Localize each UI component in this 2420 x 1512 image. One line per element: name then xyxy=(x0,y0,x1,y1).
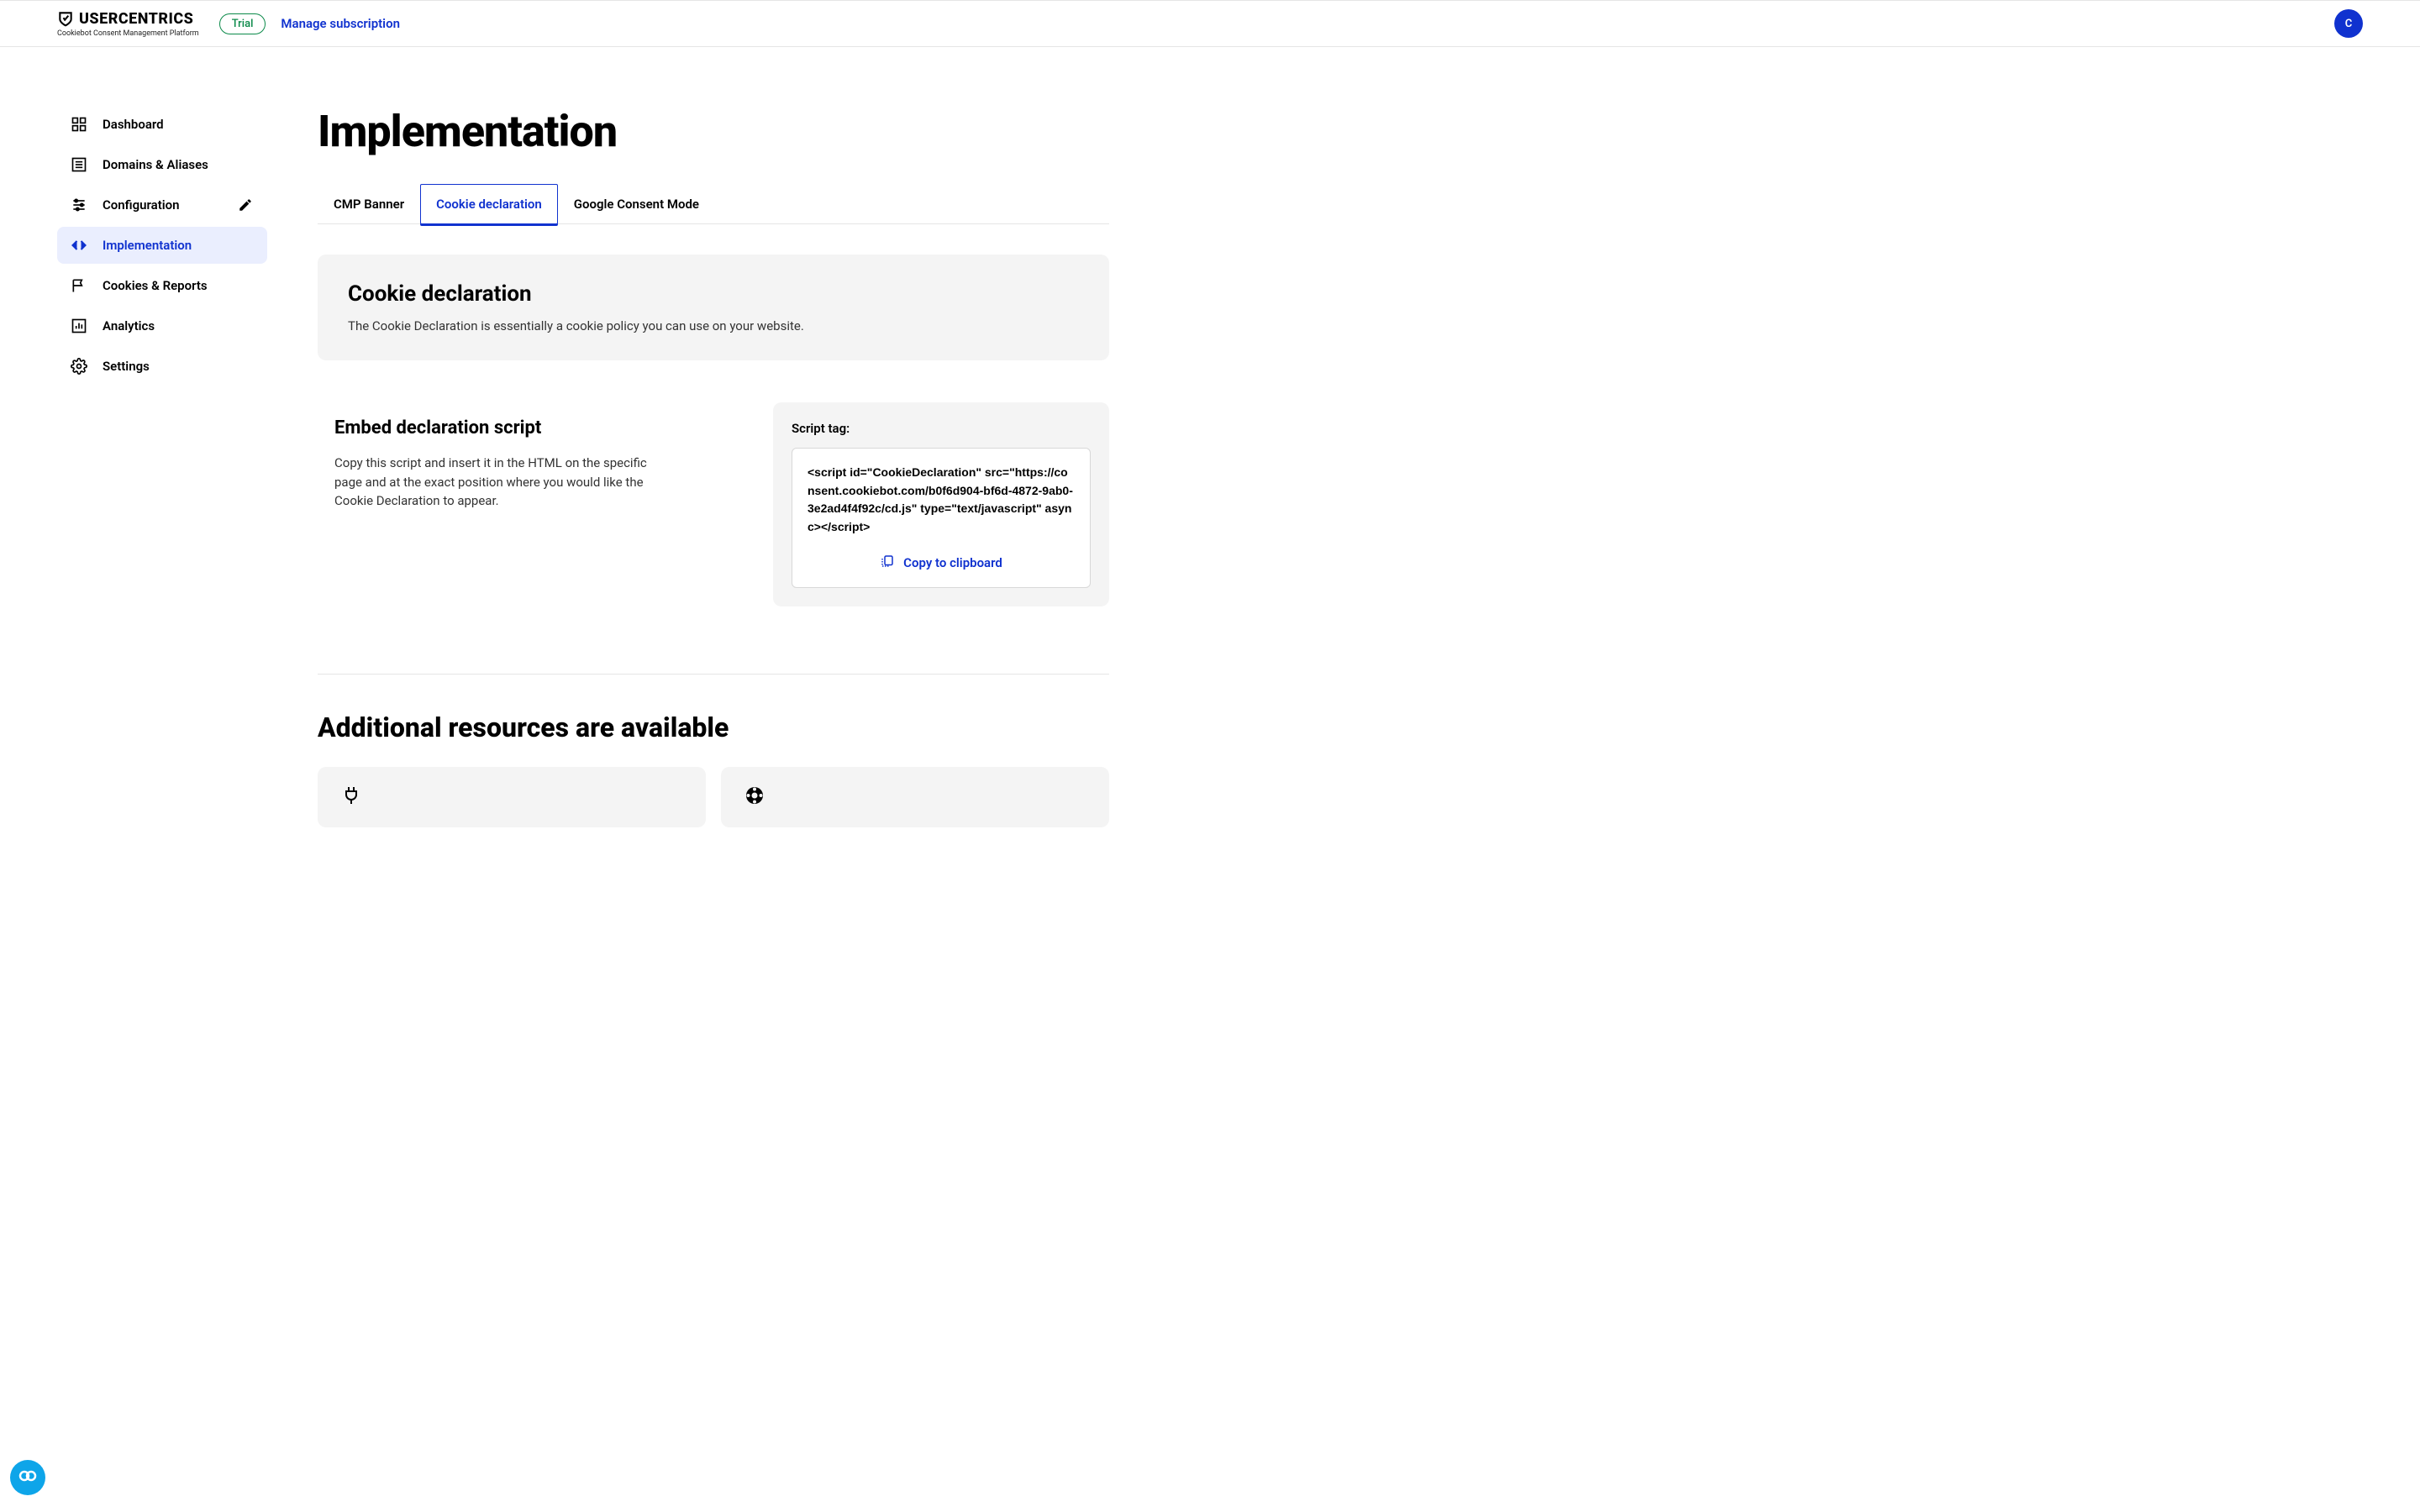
resource-cards xyxy=(318,767,1109,827)
sidebar-item-settings[interactable]: Settings xyxy=(57,348,267,385)
sidebar: Dashboard Domains & Aliases Configuratio… xyxy=(57,106,267,827)
sidebar-item-implementation[interactable]: Implementation xyxy=(57,227,267,264)
tab-cookie-declaration[interactable]: Cookie declaration xyxy=(420,184,558,224)
logo-text: USERCENTRICS xyxy=(79,10,193,28)
chart-icon xyxy=(71,318,87,334)
list-icon xyxy=(71,156,87,173)
shield-icon xyxy=(57,10,74,27)
sidebar-item-dashboard[interactable]: Dashboard xyxy=(57,106,267,143)
trial-chip: Trial xyxy=(219,13,266,34)
logo-subtitle: Cookiebot Consent Management Platform xyxy=(57,29,199,38)
dashboard-icon xyxy=(71,116,87,133)
sidebar-item-domains[interactable]: Domains & Aliases xyxy=(57,146,267,183)
help-circle-icon xyxy=(744,793,765,809)
copy-icon xyxy=(880,554,895,572)
sidebar-item-label: Implementation xyxy=(103,238,192,253)
resource-card-help[interactable] xyxy=(721,767,1109,827)
avatar[interactable]: C xyxy=(2334,9,2363,38)
copy-button[interactable]: Copy to clipboard xyxy=(808,554,1075,572)
logo[interactable]: USERCENTRICS Cookiebot Consent Managemen… xyxy=(57,10,199,38)
page-title: Implementation xyxy=(318,106,1109,157)
manage-subscription-link[interactable]: Manage subscription xyxy=(281,16,400,31)
tab-cmp-banner[interactable]: CMP Banner xyxy=(318,184,420,224)
info-desc: The Cookie Declaration is essentially a … xyxy=(348,318,1079,333)
sliders-icon xyxy=(71,197,87,213)
sidebar-item-label: Cookies & Reports xyxy=(103,278,208,293)
widget-button[interactable] xyxy=(10,1460,45,1495)
embed-desc: Copy this script and insert it in the HT… xyxy=(334,454,671,511)
script-box: Script tag: <script id="CookieDeclaratio… xyxy=(773,402,1109,606)
pencil-icon[interactable] xyxy=(237,197,254,213)
main-content: Implementation CMP Banner Cookie declara… xyxy=(318,106,1109,827)
sidebar-item-configuration[interactable]: Configuration xyxy=(57,186,267,223)
sidebar-item-label: Analytics xyxy=(103,318,155,333)
divider xyxy=(318,674,1109,675)
copy-label: Copy to clipboard xyxy=(903,555,1002,570)
sidebar-item-label: Settings xyxy=(103,359,150,374)
gear-icon xyxy=(71,358,87,375)
info-box: Cookie declaration The Cookie Declaratio… xyxy=(318,255,1109,360)
resources-title: Additional resources are available xyxy=(318,711,1109,743)
tabs: CMP Banner Cookie declaration Google Con… xyxy=(318,184,1109,224)
flag-icon xyxy=(71,277,87,294)
embed-section: Embed declaration script Copy this scrip… xyxy=(318,402,1109,606)
code-icon xyxy=(71,237,87,254)
resource-card-plugin[interactable] xyxy=(318,767,706,827)
info-title: Cookie declaration xyxy=(348,281,1079,307)
widget-icon xyxy=(18,1466,38,1489)
embed-title: Embed declaration script xyxy=(334,417,739,438)
script-code[interactable]: <script id="CookieDeclaration" src="http… xyxy=(808,464,1075,537)
sidebar-item-label: Domains & Aliases xyxy=(103,157,208,172)
script-content: <script id="CookieDeclaration" src="http… xyxy=(792,448,1091,588)
sidebar-item-label: Dashboard xyxy=(103,117,164,132)
header: USERCENTRICS Cookiebot Consent Managemen… xyxy=(0,0,2420,47)
sidebar-item-label: Configuration xyxy=(103,197,180,213)
plug-icon xyxy=(341,793,361,809)
script-label: Script tag: xyxy=(792,421,1091,436)
tab-google-consent[interactable]: Google Consent Mode xyxy=(558,184,715,224)
sidebar-item-cookies[interactable]: Cookies & Reports xyxy=(57,267,267,304)
sidebar-item-analytics[interactable]: Analytics xyxy=(57,307,267,344)
